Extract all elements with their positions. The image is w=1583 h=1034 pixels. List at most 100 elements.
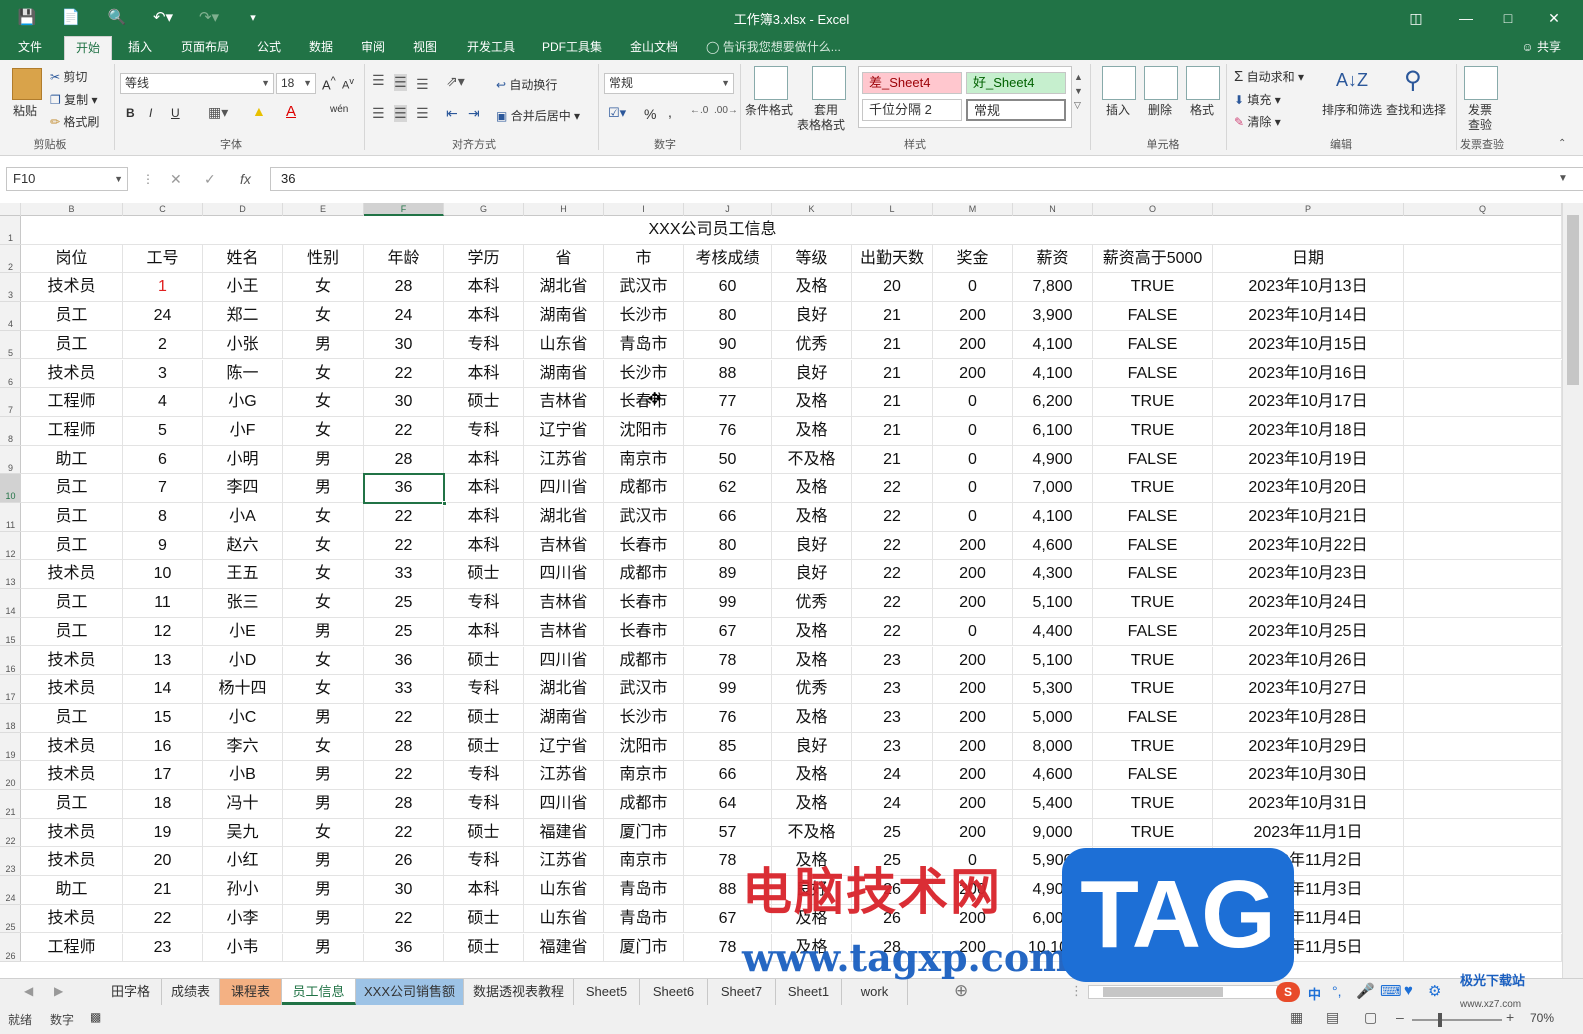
grow-font-button[interactable]: A^ bbox=[322, 75, 336, 92]
table-cell[interactable]: 长沙市 bbox=[604, 359, 684, 389]
table-cell[interactable]: TRUE bbox=[1093, 273, 1213, 303]
wrap-text-button[interactable]: ↩ 自动换行 bbox=[496, 76, 557, 93]
table-cell[interactable]: 89 bbox=[684, 560, 772, 590]
table-cell[interactable]: 2023年10月28日 bbox=[1213, 703, 1404, 733]
style-good[interactable]: 好_Sheet4 bbox=[966, 72, 1066, 94]
row-header-14[interactable]: 14 bbox=[0, 589, 21, 618]
table-cell[interactable]: 22 bbox=[852, 589, 933, 618]
table-cell[interactable]: 6 bbox=[123, 445, 203, 475]
table-cell[interactable]: 200 bbox=[933, 531, 1013, 561]
table-cell[interactable]: FALSE bbox=[1093, 445, 1213, 475]
table-cell[interactable]: 张三 bbox=[203, 589, 283, 618]
cell-empty[interactable] bbox=[1404, 675, 1562, 704]
table-cell[interactable]: 王五 bbox=[203, 560, 283, 590]
table-cell[interactable]: 专科 bbox=[444, 847, 524, 877]
cell-empty[interactable] bbox=[1404, 273, 1562, 303]
column-header-q[interactable]: Q bbox=[1404, 203, 1562, 216]
table-cell[interactable]: 女 bbox=[283, 531, 364, 561]
table-cell[interactable]: 福建省 bbox=[524, 818, 604, 848]
paste-button[interactable]: 粘贴 bbox=[13, 102, 37, 119]
table-title[interactable]: XXX公司员工信息 bbox=[21, 216, 1404, 245]
table-cell[interactable]: 2023年10月16日 bbox=[1213, 359, 1404, 389]
number-format-select[interactable]: 常规 ▼ bbox=[604, 73, 734, 94]
ribbon-display-icon[interactable]: ◫ bbox=[1396, 4, 1436, 32]
table-cell[interactable]: 2023年10月27日 bbox=[1213, 675, 1404, 704]
tab-formulas[interactable]: 公式 bbox=[246, 36, 292, 60]
table-cell[interactable]: 硕士 bbox=[444, 703, 524, 733]
table-cell[interactable]: 及格 bbox=[772, 388, 852, 417]
table-cell[interactable]: 良好 bbox=[772, 359, 852, 389]
table-cell[interactable]: 小C bbox=[203, 703, 283, 733]
tab-data[interactable]: 数据 bbox=[298, 36, 344, 60]
invoice-check-button-line2[interactable]: 查验 bbox=[1468, 116, 1492, 133]
table-cell[interactable]: 13 bbox=[123, 646, 203, 676]
table-cell[interactable]: 2023年11月1日 bbox=[1213, 818, 1404, 848]
table-cell[interactable]: 22 bbox=[364, 416, 444, 446]
table-cell[interactable]: 男 bbox=[283, 703, 364, 733]
table-cell[interactable]: 7,800 bbox=[1013, 273, 1093, 303]
table-cell[interactable]: 200 bbox=[933, 818, 1013, 848]
table-cell[interactable]: 0 bbox=[933, 388, 1013, 417]
active-cell-selection[interactable] bbox=[363, 473, 447, 506]
column-header-g[interactable]: G bbox=[444, 203, 524, 216]
table-cell[interactable]: 硕士 bbox=[444, 818, 524, 848]
table-cell[interactable]: 吴九 bbox=[203, 818, 283, 848]
table-cell[interactable]: 不及格 bbox=[772, 445, 852, 475]
table-cell[interactable]: 女 bbox=[283, 675, 364, 704]
table-cell[interactable]: 4,100 bbox=[1013, 330, 1093, 360]
header-cell[interactable]: 考核成绩 bbox=[684, 244, 772, 274]
format-painter-button[interactable]: ✏ 格式刷 bbox=[50, 113, 99, 130]
table-cell[interactable]: 21 bbox=[852, 302, 933, 331]
table-cell[interactable]: 技术员 bbox=[21, 675, 123, 704]
table-cell[interactable]: 28 bbox=[364, 273, 444, 303]
table-cell[interactable]: 2023年10月24日 bbox=[1213, 589, 1404, 618]
cell-empty[interactable] bbox=[1404, 388, 1562, 417]
table-cell[interactable]: 22 bbox=[364, 818, 444, 848]
font-color-icon[interactable]: A bbox=[286, 103, 296, 120]
table-cell[interactable]: 0 bbox=[933, 416, 1013, 446]
macro-record-icon[interactable]: ▩ bbox=[90, 1010, 101, 1024]
table-cell[interactable]: 4,900 bbox=[1013, 445, 1093, 475]
table-cell[interactable]: 0 bbox=[933, 617, 1013, 647]
table-cell[interactable]: 武汉市 bbox=[604, 675, 684, 704]
table-cell[interactable]: 青岛市 bbox=[604, 904, 684, 934]
paste-icon[interactable] bbox=[12, 68, 42, 100]
table-cell[interactable]: 及格 bbox=[772, 503, 852, 532]
table-cell[interactable]: 小张 bbox=[203, 330, 283, 360]
font-size-select[interactable]: 18 ▼ bbox=[276, 73, 316, 94]
table-cell[interactable]: 女 bbox=[283, 359, 364, 389]
zoom-slider[interactable] bbox=[1412, 1019, 1502, 1021]
row-header-24[interactable]: 24 bbox=[0, 876, 21, 905]
table-cell[interactable]: 成都市 bbox=[604, 560, 684, 590]
row-header-9[interactable]: 9 bbox=[0, 446, 21, 475]
header-cell[interactable]: 年龄 bbox=[364, 244, 444, 274]
table-cell[interactable]: 30 bbox=[364, 330, 444, 360]
tell-me-box[interactable]: ◯ 告诉我您想要做什么... bbox=[706, 36, 841, 60]
table-cell[interactable]: 28 bbox=[364, 445, 444, 475]
table-cell[interactable]: 湖北省 bbox=[524, 273, 604, 303]
cell-empty[interactable] bbox=[1404, 589, 1562, 618]
table-cell[interactable]: 长春市 bbox=[604, 589, 684, 618]
table-cell[interactable]: 6,100 bbox=[1013, 416, 1093, 446]
table-cell[interactable]: 男 bbox=[283, 445, 364, 475]
format-cells-button[interactable]: 格式 bbox=[1190, 101, 1214, 118]
table-cell[interactable]: TRUE bbox=[1093, 474, 1213, 503]
table-cell[interactable]: 良好 bbox=[772, 560, 852, 590]
cell-empty[interactable] bbox=[1404, 330, 1562, 360]
table-cell[interactable]: 长春市 bbox=[604, 531, 684, 561]
zoom-in-icon[interactable]: + bbox=[1506, 1009, 1514, 1025]
table-cell[interactable]: 小E bbox=[203, 617, 283, 647]
table-cell[interactable]: 硕士 bbox=[444, 732, 524, 762]
table-cell[interactable]: 男 bbox=[283, 847, 364, 877]
table-cell[interactable]: 99 bbox=[684, 675, 772, 704]
insert-cells-button[interactable]: 插入 bbox=[1106, 101, 1130, 118]
table-cell[interactable]: 江苏省 bbox=[524, 761, 604, 790]
table-format-button-line2[interactable]: 表格格式 bbox=[797, 116, 845, 133]
tab-insert[interactable]: 插入 bbox=[116, 36, 164, 60]
cell-empty[interactable] bbox=[1404, 302, 1562, 331]
row-header-6[interactable]: 6 bbox=[0, 360, 21, 389]
table-cell[interactable]: 25 bbox=[364, 617, 444, 647]
table-cell[interactable]: 及格 bbox=[772, 790, 852, 819]
align-bottom-icon[interactable]: ☰ bbox=[416, 76, 429, 93]
table-cell[interactable]: 22 bbox=[364, 703, 444, 733]
